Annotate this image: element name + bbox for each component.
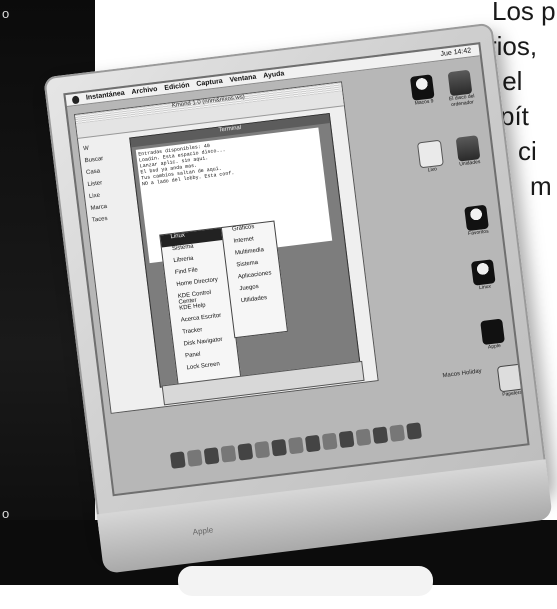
dock-app-icon[interactable] <box>237 443 254 461</box>
menu-ventana[interactable]: Ventana <box>229 74 257 84</box>
menu-edicion[interactable]: Edición <box>164 82 190 92</box>
apple-icon <box>480 318 505 346</box>
penguin-icon <box>470 259 496 286</box>
menu-clock: Jue 14:42 <box>440 47 472 59</box>
dock-app-icon[interactable] <box>372 426 389 445</box>
dock-app-icon[interactable] <box>389 424 406 442</box>
dock-app-icon[interactable] <box>288 436 304 455</box>
desktop-icon-disk[interactable]: El disco del ordenador <box>444 69 478 108</box>
dock-app-icon[interactable] <box>169 451 186 469</box>
desktop-icon-unidades[interactable]: Unidades <box>452 135 485 168</box>
desktop-footer-label: Macos Holiday <box>442 368 483 380</box>
dock-app-icon[interactable] <box>271 438 288 457</box>
drive-icon <box>455 135 481 162</box>
dock-app-icon[interactable] <box>321 432 338 451</box>
edge-char-top: o <box>2 6 10 21</box>
desktop-icon-favoritos[interactable]: Favoritos <box>460 204 493 237</box>
menu-captura[interactable]: Captura <box>196 78 223 88</box>
menu-ayuda[interactable]: Ayuda <box>263 70 285 80</box>
folder-icon <box>416 139 444 169</box>
monitor: Apple Instantánea Archivo Edición Captur… <box>0 0 557 609</box>
edge-char-bottom: o <box>2 506 10 521</box>
monitor-screen: Instantánea Archivo Edición Captura Vent… <box>63 42 530 497</box>
dock-app-icon[interactable] <box>304 434 321 453</box>
trash-icon <box>496 363 524 393</box>
menu-instantanea[interactable]: Instantánea <box>86 90 125 102</box>
penguin-icon <box>464 204 489 232</box>
penguin-icon <box>409 74 435 101</box>
desktop-icon-macos[interactable]: Macos 9 <box>406 74 439 107</box>
drive-icon <box>447 69 473 97</box>
desktop-icon-apple[interactable]: Apple <box>476 318 509 351</box>
dock-app-icon[interactable] <box>220 445 237 463</box>
dock-app-icon[interactable] <box>406 422 422 440</box>
apple-menu-icon[interactable] <box>71 94 80 104</box>
dock-app-icon[interactable] <box>355 428 372 447</box>
dock-app-icon[interactable] <box>203 447 220 465</box>
desktop-icon-label: El disco del ordenador <box>448 93 475 109</box>
dock-app-icon[interactable] <box>254 440 271 459</box>
desktop-icon-linux[interactable]: Linux <box>467 259 500 292</box>
dock-app-icon[interactable] <box>338 430 355 449</box>
desktop-icon-lixo[interactable]: Lixo <box>414 139 448 174</box>
dock-app-icon[interactable] <box>186 449 203 467</box>
menu-archivo[interactable]: Archivo <box>131 86 158 96</box>
